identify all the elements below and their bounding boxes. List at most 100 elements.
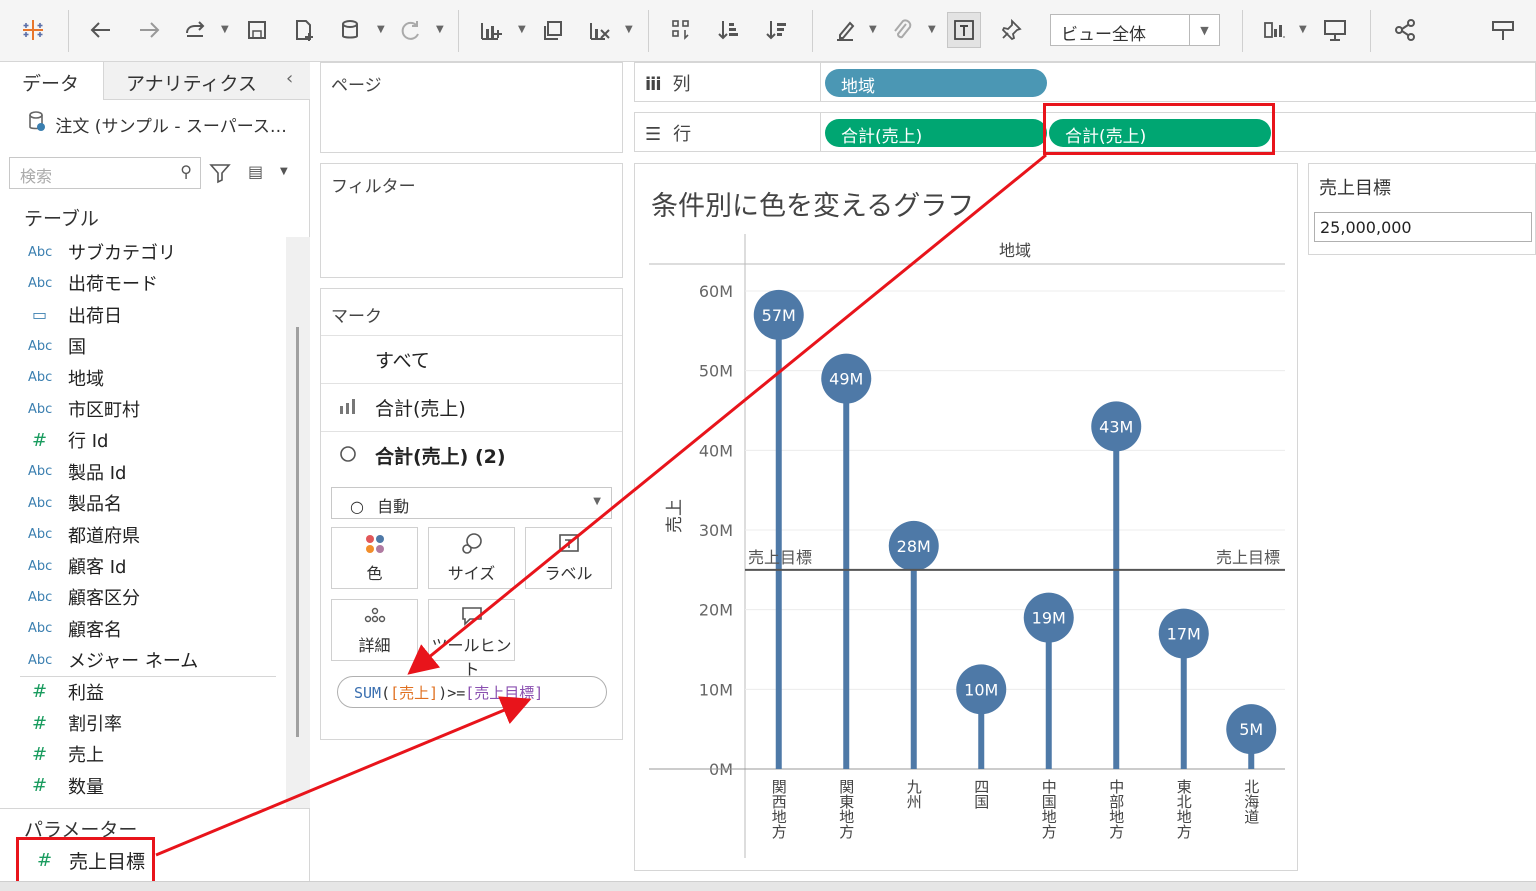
circle-icon: ○ [350,497,364,516]
field-item[interactable]: Abc 顧客 Id [28,551,126,581]
chevron-down-icon[interactable]: ▼ [436,24,444,35]
field-item[interactable]: Abc 顧客名 [28,614,122,644]
field-item[interactable]: Abc サブカテゴリ [28,237,176,267]
parameter-value-input[interactable]: 25,000,000 [1314,212,1532,242]
marks-tab-circle[interactable]: 合計(売上) (2) [321,431,622,479]
new-datasource-icon[interactable] [287,12,321,48]
tooltip-button[interactable]: ツールヒント [428,599,515,679]
filters-card[interactable]: フィルター [320,163,623,278]
pin-icon[interactable] [994,12,1028,48]
chart: 地域0M10M20M30M40M50M60M売上57M関西地方49M関東地方28… [649,234,1285,858]
collapse-pane-icon[interactable]: ‹ [286,68,293,89]
list-view-icon[interactable]: ▤ [248,162,263,181]
chevron-down-icon[interactable]: ▼ [1299,24,1307,35]
chevron-down-icon[interactable]: ▼ [625,24,633,35]
size-button[interactable]: サイズ [428,527,515,589]
string-type-icon: Abc [28,621,53,637]
field-item[interactable]: Abc 市区町村 [28,394,140,424]
presentation-icon[interactable] [1318,12,1352,48]
new-sheet-icon[interactable] [474,12,508,48]
field-name: 地域 [68,368,104,390]
rows-pill-1[interactable]: 合計(売上) [825,119,1047,147]
view-size-label: ビュー全体 [1061,25,1146,45]
field-item[interactable]: Abc メジャー ネーム [28,645,198,675]
marks-title: マーク [331,307,382,327]
columns-pill[interactable]: 地域 [825,69,1047,97]
view-size-select[interactable]: ビュー全体 ▼ [1050,14,1220,46]
group-icon[interactable] [885,12,919,48]
field-item[interactable]: # 行 Id [28,425,108,455]
clear-sheet-icon[interactable] [583,12,617,48]
chevron-down-icon: ▼ [1189,15,1219,45]
field-item[interactable]: Abc 製品名 [28,488,122,518]
tableau-logo-icon[interactable] [16,12,50,48]
field-name: 行 Id [68,431,109,453]
chevron-down-icon[interactable]: ▼ [518,24,526,35]
parameter-field[interactable]: # 売上目標 [16,837,155,884]
field-item[interactable]: # 数量 [28,771,104,801]
filter-icon[interactable] [208,161,232,185]
field-item[interactable]: Abc 製品 Id [28,457,126,487]
marks-tab-all[interactable]: すべて [321,335,622,383]
calc-pill[interactable]: SUM([売上])>=[売上目標] [337,676,607,708]
undo-icon[interactable] [84,12,118,48]
data-label: 10M [964,680,998,699]
tab-data[interactable]: データ [0,62,104,100]
size-label: サイズ [447,564,496,583]
refresh-icon[interactable] [393,12,427,48]
field-name: 顧客区分 [68,588,140,610]
swap-icon[interactable] [664,12,698,48]
x-tick-label: 中国地方 [1040,779,1058,840]
highlight-icon[interactable] [828,12,862,48]
field-item[interactable]: Abc 顧客区分 [28,582,140,612]
color-label: 色 [366,564,383,583]
share-icon[interactable] [1388,12,1422,48]
field-item[interactable]: # 利益 [28,677,104,707]
data-pane: データ アナリティクス ‹ 注文 (サンプル - スーパース… 検索 ⚲ ▤ ▼… [0,62,310,891]
chevron-down-icon[interactable]: ▼ [377,24,385,35]
pages-card[interactable]: ページ [320,62,623,153]
string-type-icon: Abc [28,589,53,605]
search-input[interactable]: 検索 ⚲ [9,157,201,189]
sort-descending-icon[interactable] [760,12,794,48]
chevron-down-icon[interactable]: ▼ [280,166,288,177]
marks-tab-bar[interactable]: 合計(売上) [321,383,622,431]
color-button[interactable]: 色 [331,527,418,589]
x-tick-label: 東北地方 [1175,779,1193,840]
section-tables: テーブル [24,208,99,230]
redo-icon[interactable] [132,12,166,48]
chevron-down-icon[interactable]: ▼ [928,24,936,35]
field-item[interactable]: Abc 国 [28,331,86,361]
field-name: 国 [68,337,86,359]
scrollbar-thumb[interactable] [296,327,299,737]
tab-analytics[interactable]: アナリティクス [104,62,310,100]
columns-shelf[interactable]: iii 列 地域 [634,62,1536,102]
data-label: 43M [1099,417,1133,436]
datasource-item[interactable]: 注文 (サンプル - スーパース… [28,110,287,137]
field-name: 利益 [68,682,104,704]
chevron-down-icon[interactable]: ▼ [869,24,877,35]
show-me-icon[interactable] [1258,12,1292,48]
datasource-icon[interactable] [334,12,368,48]
field-item[interactable]: # 割引率 [28,708,122,738]
label-button[interactable]: ラベル [525,527,612,589]
field-item[interactable]: Abc 地域 [28,363,104,393]
columns-label: 列 [672,74,691,95]
detail-button[interactable]: 詳細 [331,599,418,661]
sort-ascending-icon[interactable] [712,12,746,48]
field-name: 数量 [68,776,104,798]
field-item[interactable]: ▭ 出荷日 [28,300,122,330]
duplicate-sheet-icon[interactable] [536,12,570,48]
show-me-right-icon[interactable] [1486,12,1520,48]
field-item[interactable]: Abc 出荷モード [28,268,158,298]
string-type-icon: Abc [28,495,53,511]
sheet-tab-bar [0,881,1536,891]
chevron-down-icon[interactable]: ▼ [221,24,229,35]
field-item[interactable]: # 売上 [28,739,104,769]
save-icon[interactable] [240,12,274,48]
replay-icon[interactable] [178,12,212,48]
show-labels-icon[interactable] [947,12,981,48]
mark-type-select[interactable]: ○ 自動 ▼ [331,487,612,519]
string-type-icon: Abc [28,464,53,480]
field-item[interactable]: Abc 都道府県 [28,520,140,550]
